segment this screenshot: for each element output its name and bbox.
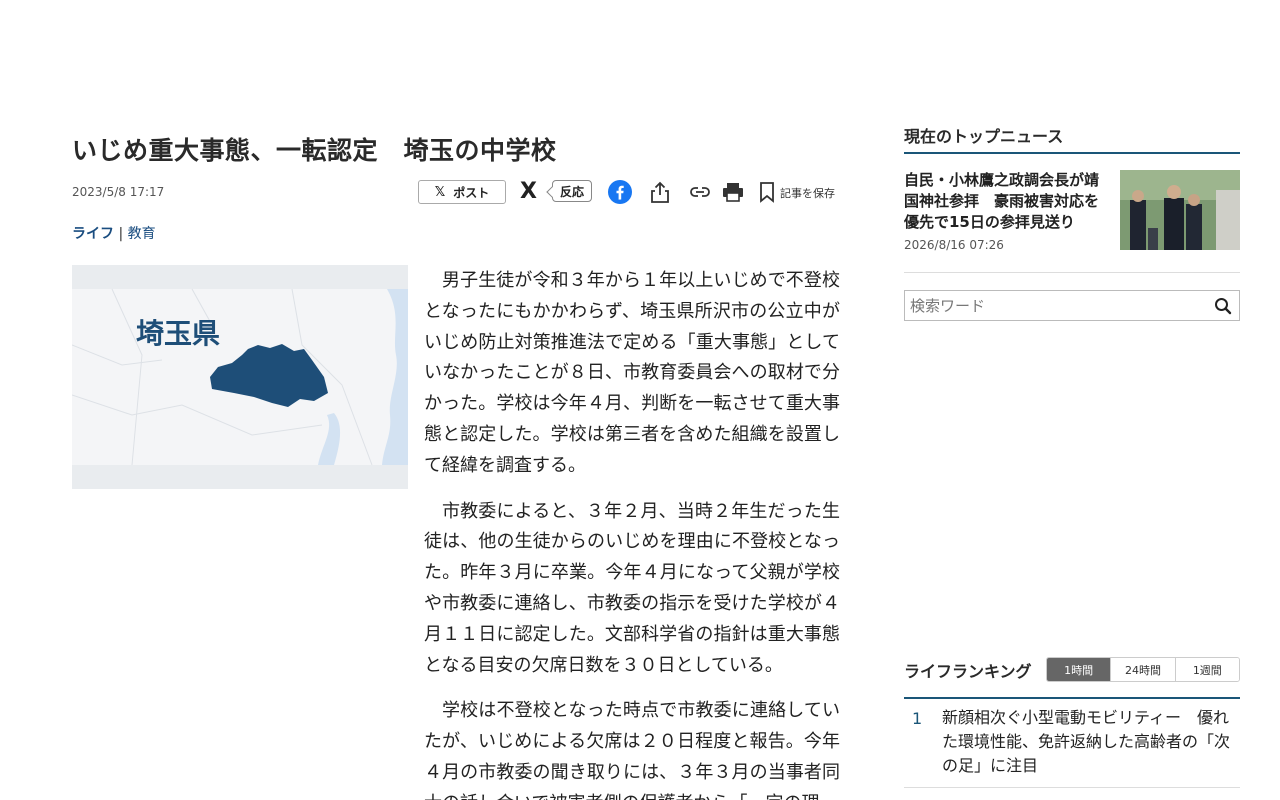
top-news-title[interactable]: 自民・小林鷹之政調会長が靖国神社参拝 豪雨被害対応を優先で15日の参拝見送り [904, 170, 1112, 233]
ranking-tabs: 1時間 24時間 1週間 [1046, 657, 1240, 682]
search-button[interactable] [1206, 291, 1239, 320]
share-toolbar: 𝕏 ポスト X 反応 記事を保存 [418, 177, 840, 207]
article-photo-map[interactable]: 埼玉県 [72, 265, 408, 489]
category-separator: | [118, 226, 124, 242]
x-logo-icon: 𝕏 [434, 184, 446, 200]
divider [904, 787, 1240, 788]
category-life-link[interactable]: ライフ [72, 226, 114, 242]
divider [904, 152, 1240, 154]
reaction-button[interactable]: 反応 [552, 180, 592, 202]
x-reaction-icon[interactable]: X [520, 180, 537, 204]
tab-1-hour[interactable]: 1時間 [1047, 658, 1111, 681]
link-icon[interactable] [687, 179, 713, 205]
article-date: 2023/5/8 17:17 [72, 185, 165, 199]
ranking-item[interactable]: 1 新顔相次ぐ小型電動モビリティー 優れた環境性能、免許返納した高齢者の「次の足… [904, 707, 1240, 787]
search-input[interactable] [905, 291, 1207, 320]
print-icon[interactable] [720, 179, 746, 205]
divider [904, 272, 1240, 273]
category-breadcrumb: ライフ | 教育 [72, 223, 156, 243]
map-graphic: 埼玉県 [72, 265, 408, 489]
article-headline: いじめ重大事態、一転認定 埼玉の中学校 [72, 136, 557, 165]
top-news-date: 2026/8/16 07:26 [904, 238, 1004, 252]
x-post-button[interactable]: 𝕏 ポスト [418, 180, 506, 204]
ranking-title: ライフランキング [904, 662, 1032, 681]
top-news-thumbnail[interactable] [1120, 170, 1240, 250]
ranking-item-title[interactable]: 新顔相次ぐ小型電動モビリティー 優れた環境性能、免許返納した高齢者の「次の足」に… [942, 707, 1236, 779]
save-article-button[interactable]: 記事を保存 [780, 185, 835, 201]
article-paragraph: 男子生徒が令和３年から１年以上いじめで不登校となったにもかかわらず、埼玉県所沢市… [424, 270, 840, 475]
tab-1-week[interactable]: 1週間 [1174, 658, 1239, 681]
article-paragraph: 市教委によると、３年２月、当時２年生だった生徒は、他の生徒からのいじめを理由に不… [424, 500, 840, 675]
category-education-link[interactable]: 教育 [128, 226, 156, 242]
facebook-icon[interactable] [607, 179, 633, 205]
article-body: 男子生徒が令和３年から１年以上いじめで不登校となったにもかかわらず、埼玉県所沢市… [424, 265, 840, 800]
tab-24-hours[interactable]: 24時間 [1110, 658, 1175, 681]
article-paragraph: 学校は不登校となった時点で市教委に連絡していたが、いじめによる欠席は２０日程度と… [424, 700, 840, 800]
thumbnail-graphic [1120, 170, 1240, 250]
divider [904, 697, 1240, 699]
share-icon[interactable] [647, 179, 673, 205]
bookmark-icon[interactable] [754, 179, 780, 205]
map-region-label: 埼玉県 [136, 317, 220, 350]
search-box [904, 290, 1240, 321]
ranking-number: 1 [912, 709, 923, 728]
search-icon [1214, 297, 1231, 314]
top-news-heading: 現在のトップニュース [904, 127, 1064, 146]
post-label: ポスト [453, 185, 490, 200]
top-news-item[interactable]: 自民・小林鷹之政調会長が靖国神社参拝 豪雨被害対応を優先で15日の参拝見送り 2… [904, 170, 1240, 260]
